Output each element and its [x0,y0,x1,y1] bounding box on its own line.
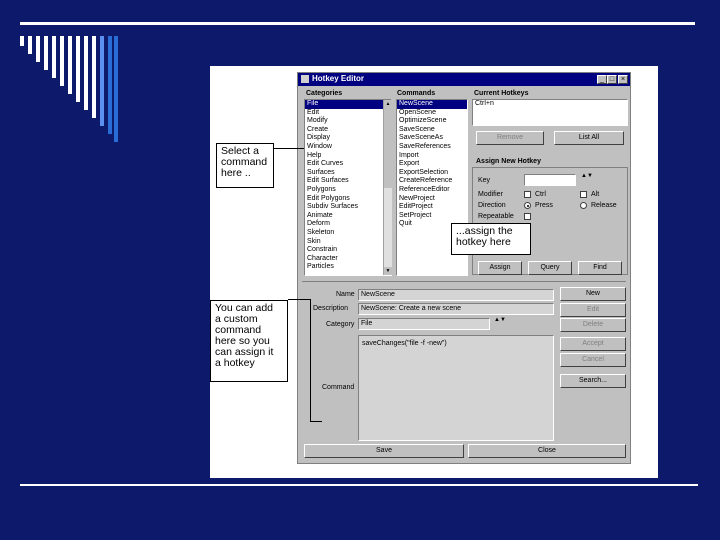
description-field[interactable]: NewScene: Create a new scene [358,303,554,315]
top-rule [20,22,695,25]
list-item[interactable]: Particles [305,263,391,272]
scroll-down-icon[interactable]: ▼ [384,267,392,275]
ctrl-checkbox[interactable] [524,191,531,198]
list-item[interactable]: Edit Curves [305,160,391,169]
list-item[interactable]: EditProject [397,203,467,212]
ctrl-label: Ctrl [535,191,546,198]
press-radio[interactable] [524,202,531,209]
key-spinner-icon[interactable]: ▲▼ [581,173,593,179]
divider [302,281,626,282]
search-button[interactable]: Search... [560,374,626,388]
minimize-button[interactable]: _ [597,75,607,84]
current-hotkeys-list[interactable]: Ctrl+n [472,99,628,126]
cancel-button[interactable]: Cancel [560,353,626,367]
commands-header: Commands [397,90,436,97]
list-item[interactable]: Edit Polygons [305,195,391,204]
list-item[interactable]: Animate [305,212,391,221]
list-item[interactable]: Skeleton [305,229,391,238]
callout-assign-hotkey: ...assign the hotkey here [451,223,531,255]
command-textarea[interactable]: saveChanges("file -f -new") [358,335,554,441]
list-item[interactable]: Export [397,160,467,169]
name-label: Name [336,291,355,298]
repeatable-checkbox[interactable] [524,213,531,220]
list-item[interactable]: ExportSelection [397,169,467,178]
list-item[interactable]: Ctrl+n [473,100,627,109]
list-item[interactable]: CreateReference [397,177,467,186]
list-item[interactable]: Edit Surfaces [305,177,391,186]
list-item[interactable]: NewProject [397,195,467,204]
callout-leader [274,148,304,149]
callout-bracket [310,299,311,421]
list-item[interactable]: Surfaces [305,169,391,178]
scroll-thumb[interactable] [384,108,392,188]
list-item[interactable]: Subdiv Surfaces [305,203,391,212]
key-input[interactable] [524,174,576,186]
list-item[interactable]: Character [305,255,391,264]
categories-header: Categories [306,90,343,97]
category-spinner-icon[interactable]: ▲▼ [494,317,506,323]
direction-label: Direction [478,202,506,209]
list-item[interactable]: SaveScene [397,126,467,135]
list-item[interactable]: OpenScene [397,109,467,118]
list-item[interactable]: SaveSceneAs [397,134,467,143]
callout-leader [288,299,310,300]
assign-button[interactable]: Assign [478,261,522,275]
accept-button[interactable]: Accept [560,337,626,351]
assign-header: Assign New Hotkey [476,158,541,165]
callout-leader [310,421,322,422]
title-bar: Hotkey Editor _ □ × [298,73,630,86]
callout-select-command: Select a command here .. [216,143,274,188]
edit-button[interactable]: Edit [560,303,626,317]
description-label: Description [313,305,349,312]
list-item[interactable]: Window [305,143,391,152]
list-item[interactable]: Constrain [305,246,391,255]
category-label: Category [326,321,355,328]
scroll-up-icon[interactable]: ▲ [384,100,392,108]
list-item[interactable]: File [305,100,391,109]
maximize-button[interactable]: □ [607,75,617,84]
list-item[interactable]: OptimizeScene [397,117,467,126]
hotkey-editor-window: Hotkey Editor _ □ × Categories File Edit… [297,72,631,464]
list-item[interactable]: Skin [305,238,391,247]
query-button[interactable]: Query [528,261,572,275]
name-field[interactable]: NewScene [358,289,554,301]
delete-button[interactable]: Delete [560,318,626,332]
press-label: Press [535,202,553,209]
list-item[interactable]: Create [305,126,391,135]
save-button[interactable]: Save [304,444,464,458]
modifier-label: Modifier [478,191,503,198]
category-field[interactable]: File [358,318,490,330]
repeatable-label: Repeatable [478,213,514,220]
categories-list[interactable]: File Edit Modify Create Display Window H… [304,99,392,276]
list-item[interactable]: Modify [305,117,391,126]
new-button[interactable]: New [560,287,626,301]
list-item[interactable]: Polygons [305,186,391,195]
list-item[interactable]: ReferenceEditor [397,186,467,195]
current-hotkeys-header: Current Hotkeys [474,90,529,97]
alt-checkbox[interactable] [580,191,587,198]
find-button[interactable]: Find [578,261,622,275]
list-item[interactable]: NewScene [397,100,467,109]
remove-button[interactable]: Remove [476,131,544,145]
categories-scrollbar[interactable]: ▲ ▼ [383,100,392,275]
list-all-button[interactable]: List All [554,131,624,145]
list-item[interactable]: Import [397,152,467,161]
callout-custom-command: You can add a custom command here so you… [210,300,288,382]
alt-label: Alt [591,191,600,198]
close-window-button[interactable]: × [618,75,628,84]
window-title: Hotkey Editor [312,74,365,83]
release-label: Release [591,202,617,209]
key-label: Key [478,177,491,184]
list-item[interactable]: SaveReferences [397,143,467,152]
command-label: Command [322,384,355,391]
close-button[interactable]: Close [468,444,626,458]
list-item[interactable]: Deform [305,220,391,229]
release-radio[interactable] [580,202,587,209]
list-item[interactable]: Display [305,134,391,143]
list-item[interactable]: Edit [305,109,391,118]
app-icon [301,75,309,83]
list-item[interactable]: SetProject [397,212,467,221]
bottom-rule [20,484,698,486]
list-item[interactable]: Help [305,152,391,161]
